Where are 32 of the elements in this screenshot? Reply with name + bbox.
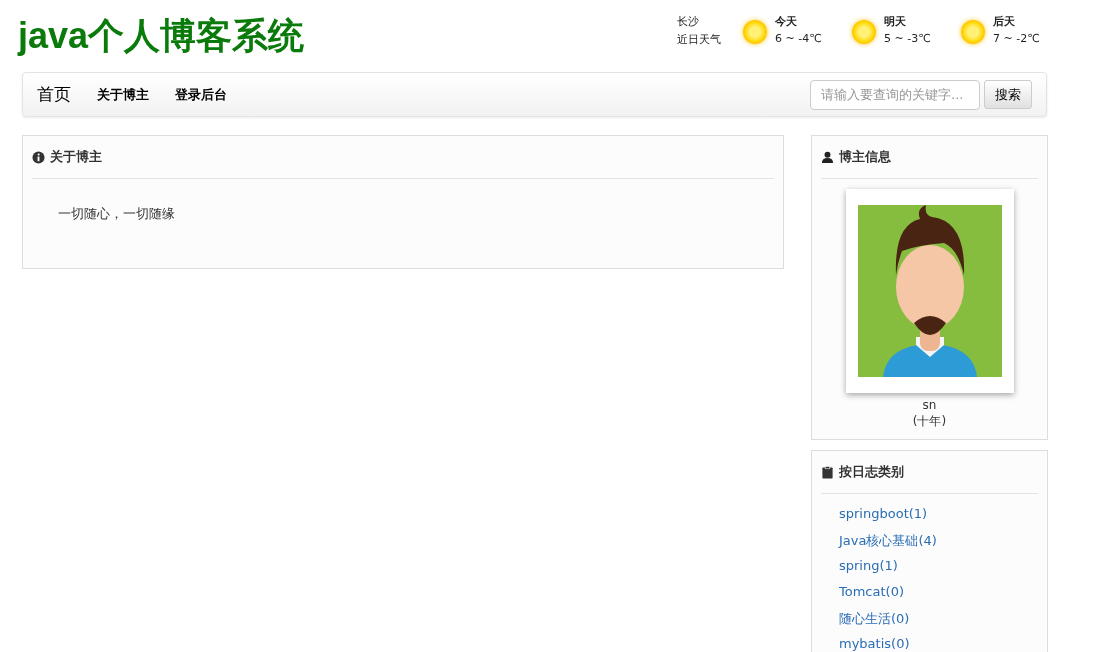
category-link[interactable]: Tomcat(0) [839,584,904,599]
category-link[interactable]: Java核心基础(4) [839,533,937,548]
user-icon [821,150,834,164]
home-link[interactable]: 首页 [37,83,71,106]
search-field[interactable]: 请输入要查询的关键字... [810,79,980,110]
panel-title: 按日志类别 [839,463,904,481]
city-label: 长沙 [677,14,700,29]
day-label: 后天 [993,14,1016,29]
nav-link[interactable]: 关于博主 [97,85,149,104]
about-text: 一切随心，一切随缘 [58,205,176,223]
panel-title: 博主信息 [839,148,891,166]
sun-icon [852,20,876,44]
blogger-name: sn [921,397,938,413]
panel-title: 关于博主 [50,148,102,166]
category-link[interactable]: 随心生活(0) [839,611,910,626]
category-link[interactable]: springboot(1) [839,506,928,521]
search-button[interactable]: 搜索 [984,80,1032,109]
sun-icon [743,20,767,44]
clipboard-icon [821,465,834,479]
day-label: 明天 [884,14,907,29]
category-link[interactable]: spring(1) [839,558,898,573]
blogger-motto: (十年) [911,413,948,429]
info-icon [32,150,45,164]
site-title: java个人博客系统 [18,14,305,58]
sun-icon [961,20,985,44]
temperature-range: 6 ~ -4℃ [775,32,822,45]
day-label: 今天 [775,14,798,29]
category-link[interactable]: mybatis(0) [839,636,910,651]
temperature-range: 7 ~ -2℃ [993,32,1040,45]
weather-caption: 近日天气 [677,32,721,47]
nav-link[interactable]: 登录后台 [175,85,227,104]
temperature-range: 5 ~ -3℃ [884,32,931,45]
